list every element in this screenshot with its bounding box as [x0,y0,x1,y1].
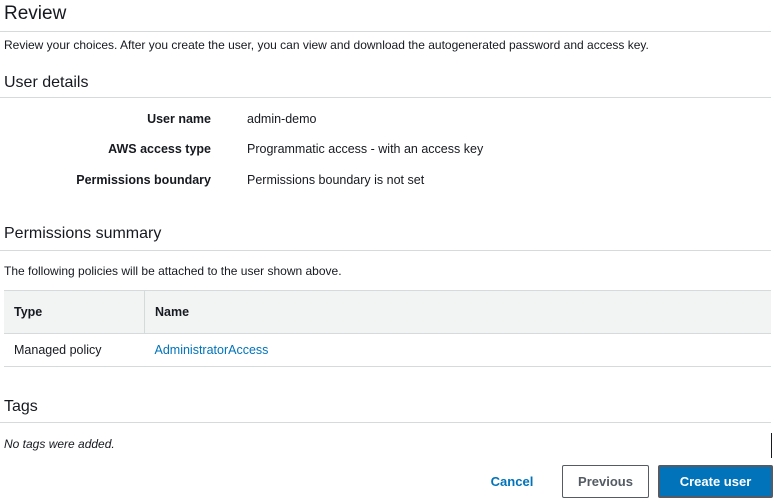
policy-name-cell: AdministratorAccess [144,333,771,367]
user-details-title: User details [4,74,89,91]
column-header-name[interactable]: Name [144,290,771,334]
no-tags-text: No tags were added. [4,437,115,451]
policy-table: Type Name Managed policy AdministratorAc… [4,290,771,367]
permissions-description: The following policies will be attached … [4,264,342,278]
detail-row-permissions-boundary: Permissions boundary Permissions boundar… [0,173,771,191]
review-intro: Review your choices. After you create th… [4,38,649,52]
text-cursor [771,433,772,458]
title-divider [0,31,771,32]
detail-value-permissions-boundary: Permissions boundary is not set [247,173,425,187]
previous-button[interactable]: Previous [562,465,649,498]
review-page: Review Review your choices. After you cr… [0,0,779,502]
tags-divider [0,422,771,423]
create-user-button[interactable]: Create user [658,465,773,498]
column-header-type[interactable]: Type [4,290,145,334]
policy-link-administrator-access[interactable]: AdministratorAccess [155,343,269,357]
policy-type-cell: Managed policy [4,333,145,367]
policy-table-header: Type Name [4,290,771,334]
detail-label-user-name: User name [147,112,211,126]
detail-row-user-name: User name admin-demo [0,112,771,130]
page-title: Review [4,3,67,24]
permissions-divider [0,250,771,251]
detail-value-user-name: admin-demo [247,112,317,126]
detail-value-access-type: Programmatic access - with an access key [247,142,484,156]
user-details-divider [0,97,771,98]
tags-title: Tags [4,398,38,415]
detail-row-access-type: AWS access type Programmatic access - wi… [0,142,771,160]
cancel-button[interactable]: Cancel [478,465,546,498]
table-row: Managed policy AdministratorAccess [4,333,771,367]
permissions-summary-title: Permissions summary [4,225,162,242]
detail-label-access-type: AWS access type [108,142,211,156]
detail-label-permissions-boundary: Permissions boundary [76,173,211,187]
